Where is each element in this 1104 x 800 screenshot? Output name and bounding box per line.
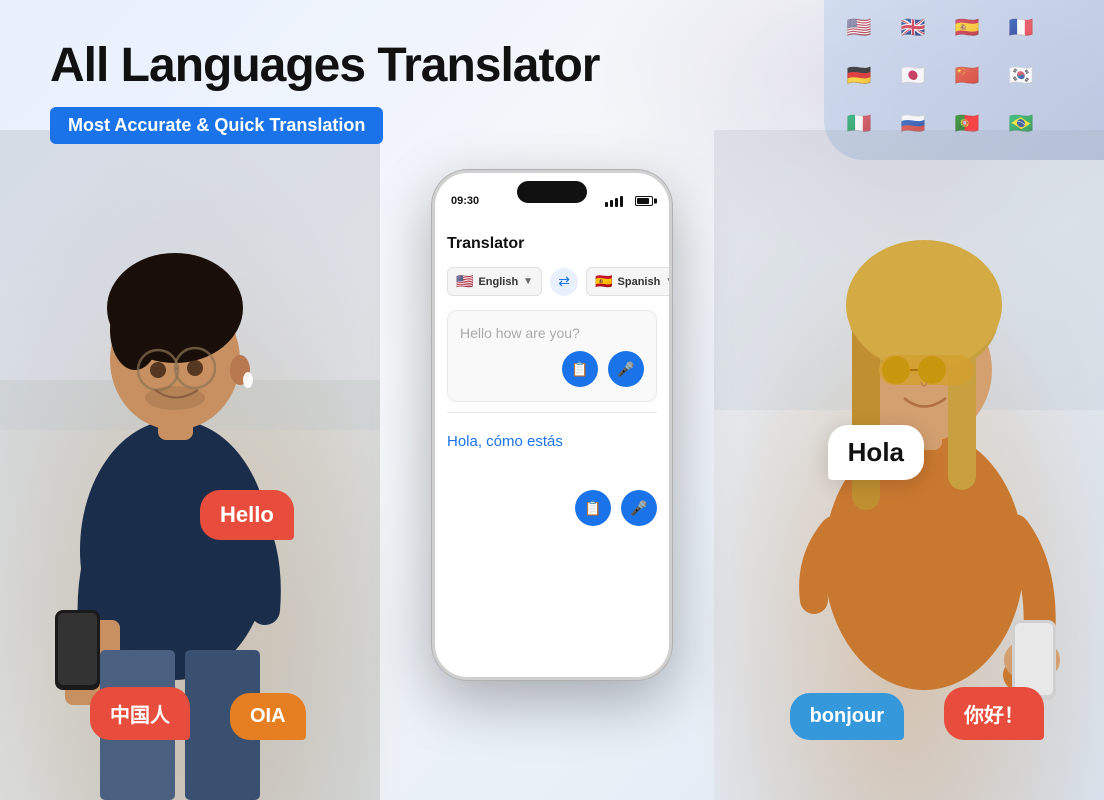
- subtitle-badge: Most Accurate & Quick Translation: [50, 107, 383, 144]
- language-bar[interactable]: 🇺🇸 English ▼ ⇄ 🇪🇸 Spanish ▼: [447, 267, 657, 296]
- bubble-nihao: 你好！: [944, 687, 1044, 740]
- phone-notch: [517, 181, 587, 203]
- swap-languages-button[interactable]: ⇄: [550, 268, 578, 296]
- header-content: All Languages Translator Most Accurate &…: [50, 40, 599, 144]
- input-area[interactable]: Hello how are you? 📋 🎤: [447, 310, 657, 402]
- phone-time: 09:30: [451, 195, 479, 207]
- flag-es: 🇪🇸: [942, 10, 992, 45]
- phone-outer: 09:30 Translator 🇺🇸: [432, 170, 672, 680]
- input-text: Hello how are you?: [460, 325, 644, 341]
- battery-icon: [635, 196, 653, 206]
- source-flag: 🇺🇸: [456, 273, 473, 290]
- target-dropdown-icon: ▼: [665, 276, 672, 287]
- mic-button[interactable]: 🎤: [608, 351, 644, 387]
- bubble-hello: Hello: [200, 490, 294, 540]
- main-title: All Languages Translator: [50, 40, 599, 93]
- source-language-button[interactable]: 🇺🇸 English ▼: [447, 267, 542, 296]
- copy-button[interactable]: 📋: [562, 351, 598, 387]
- flag-jp: 🇯🇵: [888, 58, 938, 93]
- target-language-button[interactable]: 🇪🇸 Spanish ▼: [586, 267, 672, 296]
- source-dropdown-icon: ▼: [523, 276, 533, 287]
- input-actions: 📋 🎤: [460, 351, 644, 387]
- source-lang-label: English: [478, 276, 518, 288]
- flag-kr: 🇰🇷: [996, 58, 1046, 93]
- left-person: [0, 130, 380, 800]
- flag-gb: 🇬🇧: [888, 10, 938, 45]
- copy-translation-button[interactable]: 📋: [575, 490, 611, 526]
- flag-us: 🇺🇸: [834, 10, 884, 45]
- flag-de: 🇩🇪: [834, 58, 884, 93]
- translated-text: Hola, cómo estás: [447, 433, 657, 450]
- output-actions: 📋 🎤: [447, 490, 657, 526]
- flag-cn: 🇨🇳: [942, 58, 992, 93]
- target-lang-label: Spanish: [618, 276, 661, 288]
- phone-status-icons: [605, 196, 653, 207]
- flag-fr: 🇫🇷: [996, 10, 1046, 45]
- app-screen: Translator 🇺🇸 English ▼ ⇄ 🇪🇸 Spanish ▼ H…: [435, 223, 669, 677]
- speak-translation-button[interactable]: 🎤: [621, 490, 657, 526]
- bubble-hola: Hola: [828, 425, 924, 480]
- phone-mockup: 09:30 Translator 🇺🇸: [432, 170, 672, 680]
- bubble-bonjour: bonjour: [790, 693, 904, 740]
- target-flag: 🇪🇸: [595, 273, 612, 290]
- bubble-oia: OIA: [230, 693, 306, 740]
- phone-status-bar: 09:30: [435, 173, 669, 223]
- divider: [447, 412, 657, 413]
- bubble-chinese: 中国人: [90, 687, 190, 740]
- output-area: Hola, cómo estás 📋 🎤: [447, 423, 657, 536]
- app-title: Translator: [447, 235, 657, 253]
